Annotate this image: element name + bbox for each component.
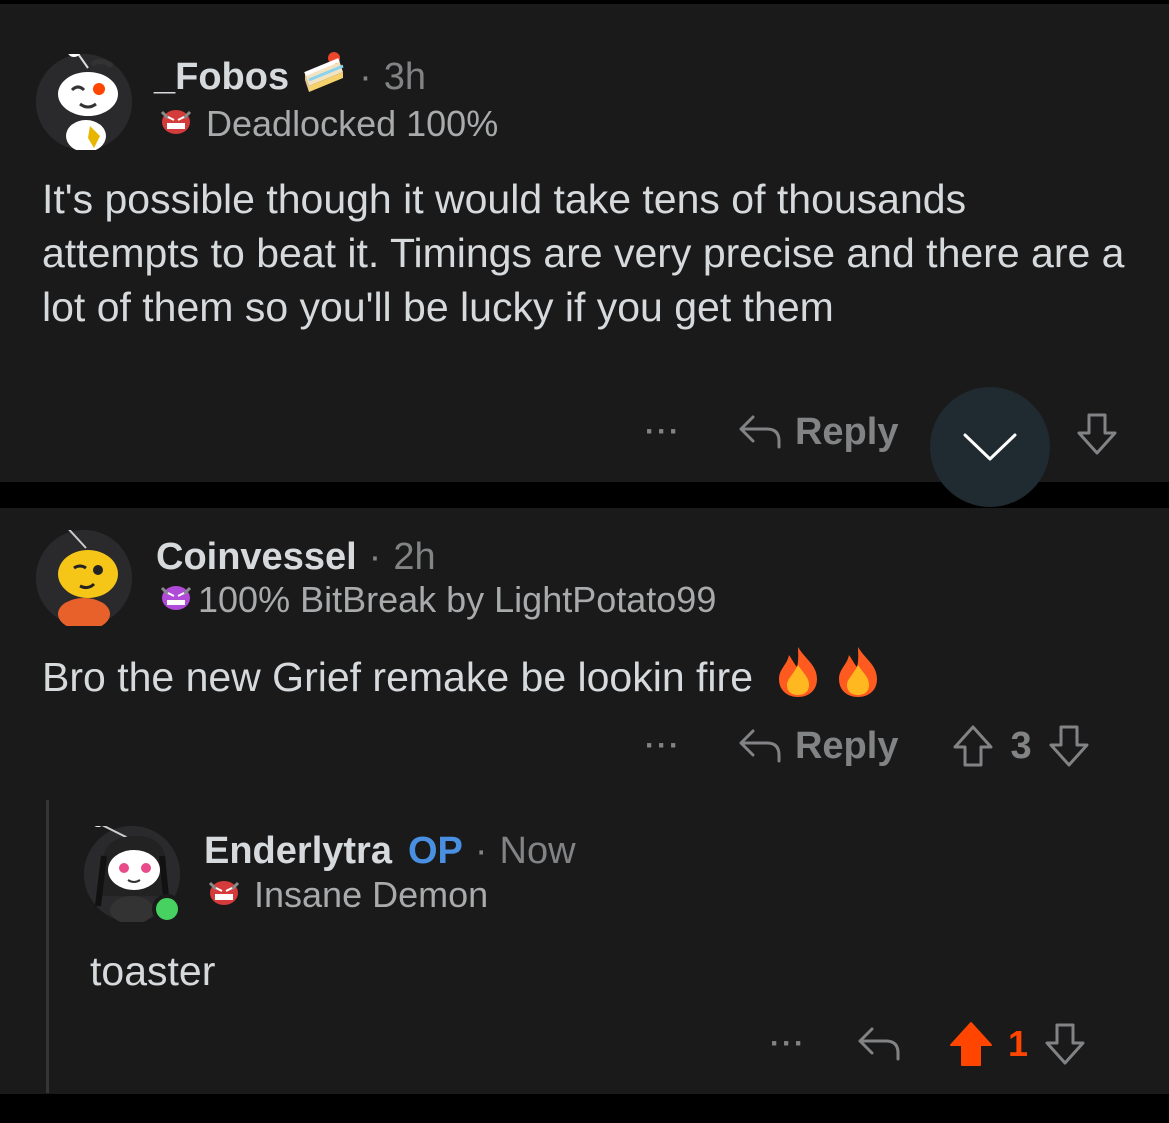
fire-icon	[835, 645, 881, 709]
comment-time: 3h	[383, 55, 427, 98]
chevron-down-icon	[963, 433, 1017, 461]
vote-score: 1	[1007, 1023, 1029, 1064]
downvote-button[interactable]	[1076, 412, 1118, 461]
reply-arrow-icon	[858, 1027, 900, 1061]
reply-button[interactable]: Reply	[737, 725, 898, 768]
downvote-button[interactable]	[1048, 724, 1090, 768]
user-flair: Insane Demon	[254, 874, 489, 915]
upvote-arrow-icon	[953, 725, 993, 767]
comment-body: toaster	[90, 948, 216, 994]
comment-username[interactable]: _Fobos	[154, 56, 289, 99]
upvote-button[interactable]	[948, 1020, 994, 1068]
downvote-arrow-icon	[1045, 1023, 1085, 1065]
comment-body: It's possible though it would take tens …	[42, 176, 1125, 330]
more-options-button[interactable]: ···	[645, 729, 681, 763]
online-status-icon	[152, 894, 182, 924]
avatar[interactable]	[36, 43, 132, 152]
comment-username[interactable]: Enderlytra	[204, 830, 392, 873]
more-options-button[interactable]: ···	[645, 415, 681, 449]
vote-score: 3	[1010, 724, 1032, 767]
separator: ·	[474, 829, 488, 872]
reply-arrow-icon	[739, 415, 781, 449]
downvote-button[interactable]	[1044, 1022, 1086, 1066]
cake-day-icon	[301, 50, 347, 104]
user-flair: Deadlocked 100%	[206, 103, 499, 144]
demon-difficulty-icon	[158, 579, 194, 621]
op-badge: OP	[407, 829, 463, 872]
downvote-arrow-icon	[1077, 413, 1117, 455]
fire-icon	[775, 645, 821, 709]
avatar[interactable]	[36, 513, 132, 630]
more-options-button[interactable]: ···	[770, 1027, 806, 1061]
reply-arrow-icon	[739, 729, 781, 763]
separator: ·	[359, 55, 372, 98]
thread-line[interactable]	[46, 800, 49, 1093]
upvote-arrow-filled-icon	[949, 1022, 992, 1066]
reply-button[interactable]: Reply	[737, 411, 898, 454]
comment-time: Now	[499, 829, 576, 872]
collapse-thread-button[interactable]	[930, 387, 1050, 507]
reply-button[interactable]	[856, 1025, 902, 1063]
snoo-avatar-icon	[36, 513, 132, 630]
upvote-button[interactable]	[952, 724, 994, 768]
insane-demon-difficulty-icon	[206, 874, 242, 916]
separator: ·	[368, 535, 382, 578]
deadlocked-difficulty-icon	[158, 103, 194, 145]
comment-body: Bro the new Grief remake be lookin fire	[42, 653, 753, 700]
reply-label: Reply	[794, 410, 899, 453]
snoo-avatar-icon	[36, 43, 132, 152]
comment-username[interactable]: Coinvessel	[156, 536, 357, 579]
comment-time: 2h	[393, 535, 436, 578]
reply-label: Reply	[794, 724, 899, 767]
downvote-arrow-icon	[1049, 725, 1089, 767]
user-flair: 100% BitBreak by LightPotato99	[198, 579, 717, 620]
